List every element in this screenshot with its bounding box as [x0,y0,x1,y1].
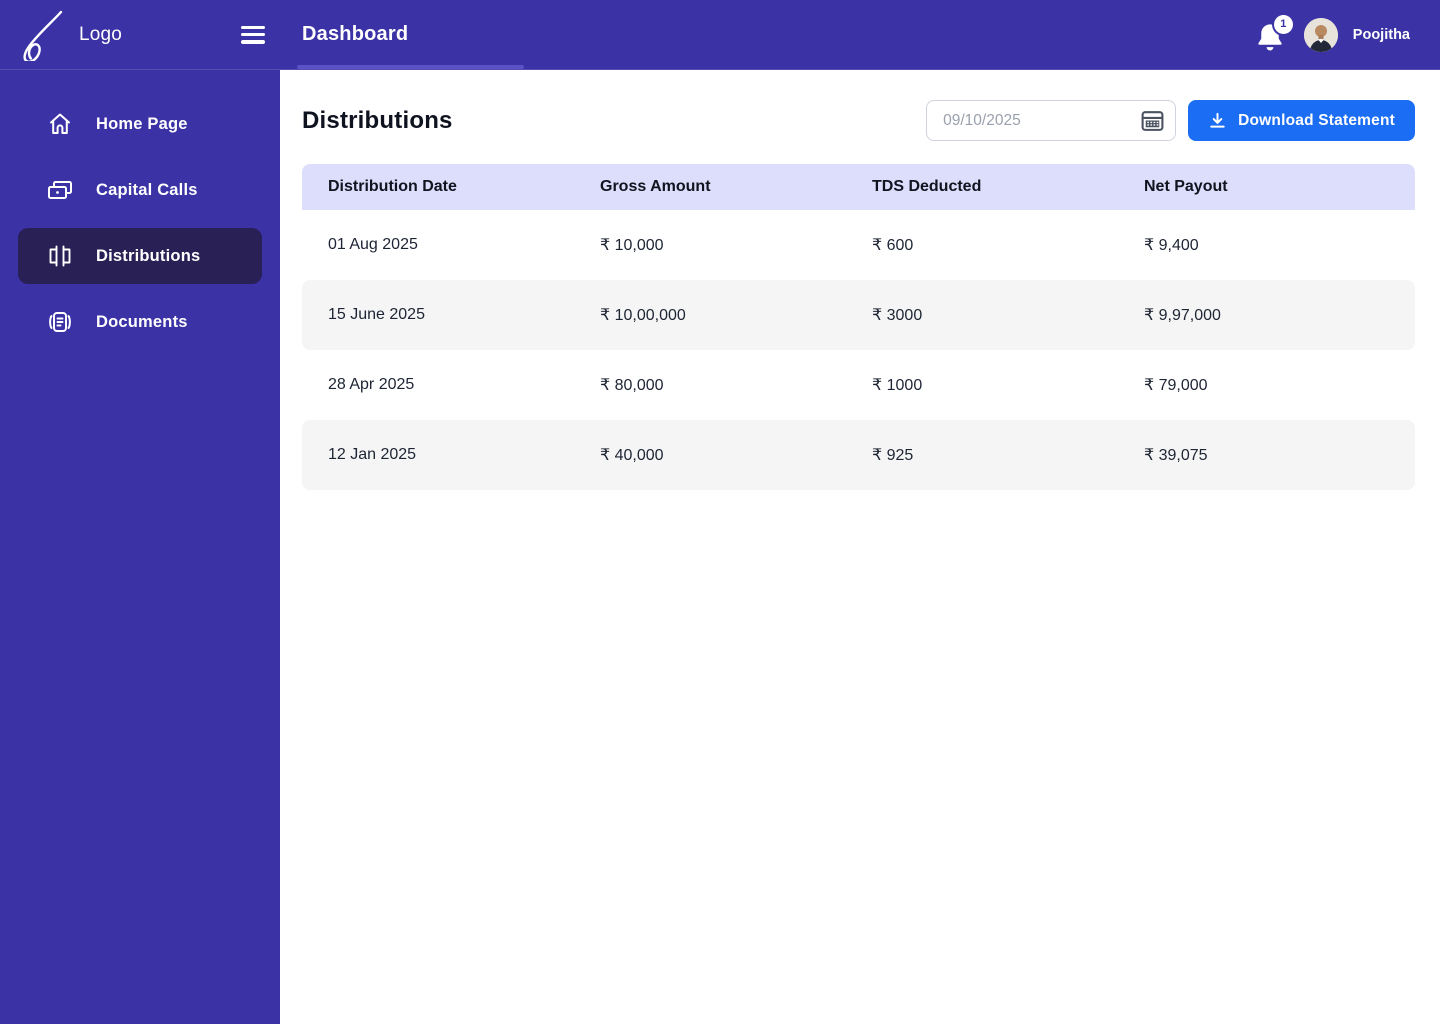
table-cell: ₹ 9,97,000 [1144,307,1221,324]
table-row: 01 Aug 2025 ₹ 10,000 ₹ 600 ₹ 9,400 [302,210,1415,280]
table-header-cell: Gross Amount [600,178,711,195]
horizontal-scrollbar-thumb[interactable] [297,65,524,69]
table-cell: ₹ 10,000 [600,237,664,254]
table-cell: 12 Jan 2025 [328,446,417,463]
date-input[interactable] [926,100,1177,141]
calendar-icon[interactable] [1140,108,1165,133]
table-cell: ₹ 10,00,000 [600,307,686,324]
topbar-right-cluster: 1 Poojitha [1255,14,1440,52]
sidebar-item-label: Capital Calls [96,180,198,199]
avatar-photo [1303,17,1338,52]
home-icon [46,110,74,138]
table-row: 12 Jan 2025 ₹ 40,000 ₹ 925 ₹ 39,075 [302,420,1415,490]
capital-calls-icon [46,176,74,204]
table-header-cell: Net Payout [1144,178,1228,195]
sidebar: Home Page Capital Calls Distributions Do… [0,70,280,1024]
table-cell: 15 June 2025 [328,306,425,323]
sidebar-item-distributions[interactable]: Distributions [18,228,262,284]
table-header-cell: TDS Deducted [872,178,982,195]
table-cell: ₹ 925 [872,447,914,464]
table-header-cell: Distribution Date [328,178,457,195]
toolbar: Distributions 09/10/2025 Download Statem… [302,100,1415,141]
table-cell: ₹ 79,000 [1144,377,1208,394]
logo-text: Logo [79,23,123,45]
sidebar-item-home-page[interactable]: Home Page [18,96,262,152]
app-window: Logo Dashboard 1 Poojitha Home Page Capi… [0,0,1440,1024]
notification-bell-icon[interactable]: 1 [1255,14,1293,52]
table-row: 28 Apr 2025 ₹ 80,000 ₹ 1000 ₹ 79,000 [302,350,1415,420]
sidebar-item-label: Home Page [96,114,188,133]
main-content: Distributions 09/10/2025 Download Statem… [280,70,1440,1024]
table-body: 01 Aug 2025 ₹ 10,000 ₹ 600 ₹ 9,400 15 June 2… [302,210,1415,490]
table-cell: ₹ 9,400 [1144,237,1199,254]
table-cell: 01 Aug 2025 [328,236,418,253]
logo-icon [23,10,63,61]
top-navbar: Logo Dashboard 1 Poojitha [0,0,1440,70]
page-title: Distributions [302,106,453,134]
notification-count-badge: 1 [1273,14,1293,34]
sidebar-item-label: Documents [96,312,188,331]
hamburger-menu-icon[interactable] [241,25,265,44]
table-cell: ₹ 600 [872,237,914,254]
sidebar-item-capital-calls[interactable]: Capital Calls [18,162,262,218]
table-row: 15 June 2025 ₹ 10,00,000 ₹ 3000 ₹ 9,97,000 [302,280,1415,350]
brand-area: Logo [0,9,280,61]
download-button-label: Download Statement [1238,111,1395,129]
table-cell: ₹ 39,075 [1144,447,1208,464]
table-header-row: Distribution Date Gross Amount TDS Deducte… [302,164,1415,210]
table-cell: ₹ 3000 [872,307,923,324]
download-statement-button[interactable]: Download Statement [1188,100,1415,141]
user-name: Poojitha [1352,26,1410,43]
table-cell: ₹ 1000 [872,377,923,394]
sidebar-item-label: Distributions [96,246,201,265]
table-cell: ₹ 80,000 [600,377,664,394]
download-icon [1210,112,1225,128]
distributions-icon [46,242,74,270]
user-avatar[interactable] [1303,17,1338,52]
sidebar-item-documents[interactable]: Documents [18,294,262,350]
table-cell: 28 Apr 2025 [328,376,415,393]
date-picker-field [926,100,1177,141]
documents-icon [46,308,74,336]
table-cell: ₹ 40,000 [600,447,664,464]
distributions-table: Distribution Date Gross Amount TDS Deducte… [302,164,1415,490]
page-breadcrumb-title: Dashboard [302,23,409,45]
